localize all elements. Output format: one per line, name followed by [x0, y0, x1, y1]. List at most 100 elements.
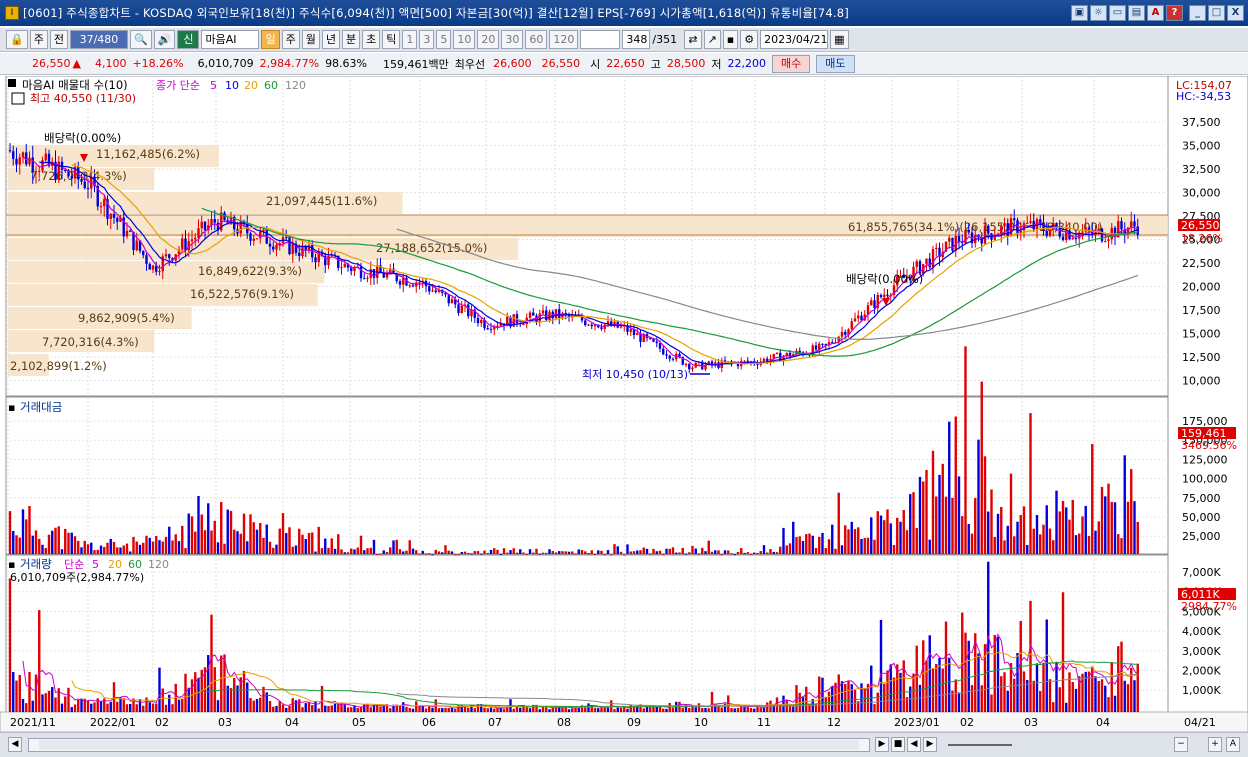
volume-bar	[129, 703, 132, 712]
mode-select[interactable]: 주	[29, 30, 48, 49]
amount-tick-label: 125,000	[1182, 453, 1228, 466]
period-tick[interactable]: 틱	[382, 30, 401, 49]
stock-name[interactable]: 마음AI	[201, 30, 260, 49]
amount-bar	[278, 528, 281, 554]
code-input[interactable]: 37/480	[69, 30, 128, 49]
rewind-button[interactable]: ◀	[907, 737, 921, 752]
amount-bar	[567, 551, 571, 554]
volume-bar	[694, 707, 697, 712]
amount-bar	[408, 540, 411, 554]
candle-body	[41, 160, 44, 171]
amount-bar	[1074, 535, 1078, 554]
gear-icon[interactable]: ⚙	[740, 30, 759, 49]
amount-bar	[548, 549, 551, 554]
amount-bar	[340, 549, 343, 554]
zoom-slider[interactable]	[948, 744, 1012, 746]
screen-icon[interactable]: ▭	[1109, 5, 1126, 21]
speaker-icon[interactable]: 🔊	[153, 30, 176, 49]
amount-bar	[457, 554, 460, 556]
interval-120[interactable]: 120	[549, 30, 579, 49]
volume-bar	[324, 705, 327, 712]
main-panel-title: 마음AI 매물대 수(10)	[22, 78, 128, 92]
save-icon[interactable]: ▪	[722, 30, 739, 49]
candle-body	[255, 238, 259, 240]
volume-bar	[168, 694, 171, 712]
amount-bar	[194, 531, 197, 554]
sell-button[interactable]: 매도	[816, 54, 855, 73]
minimize-button[interactable]: _	[1189, 5, 1206, 21]
help-icon[interactable]: ?	[1166, 5, 1183, 21]
amount-bar	[883, 520, 886, 554]
candle-body	[857, 315, 860, 319]
maximize-button[interactable]: □	[1208, 5, 1225, 21]
font-size-button[interactable]: A	[1226, 737, 1240, 752]
scroll-thumb[interactable]	[39, 740, 859, 750]
amount-bar	[515, 552, 519, 554]
settings-icon[interactable]: ☼	[1090, 5, 1107, 21]
volume-bar	[941, 668, 944, 712]
buy-button[interactable]: 매수	[772, 54, 811, 73]
candle-body	[1120, 221, 1123, 230]
pref-label: 최우선	[454, 57, 486, 71]
period-minute[interactable]: 분	[341, 30, 361, 49]
period-second[interactable]: 초	[362, 30, 381, 49]
candle-body	[213, 219, 216, 223]
amount-bar	[181, 525, 184, 554]
volume-bar	[177, 699, 181, 712]
interval-3[interactable]: 3	[419, 30, 435, 49]
search-icon[interactable]: 🔍	[129, 30, 152, 49]
volume-bar	[710, 691, 714, 712]
date-input[interactable]: 2023/04/21	[760, 30, 829, 49]
close-button[interactable]: X	[1227, 5, 1244, 21]
volume-ma-period: 20	[108, 558, 122, 571]
chart-area[interactable]: 37,50035,00032,50030,00027,50025,00022,5…	[0, 76, 1248, 732]
amount-bar	[1094, 530, 1097, 554]
interval-20[interactable]: 20	[477, 30, 500, 49]
interval-10[interactable]: 10	[453, 30, 476, 49]
interval-30[interactable]: 30	[501, 30, 524, 49]
scroll-left-button[interactable]: ◀	[8, 737, 22, 752]
price-tick-label: 32,500	[1182, 163, 1221, 176]
forward-button[interactable]: ▶	[923, 737, 937, 752]
period-day[interactable]: 일	[261, 30, 280, 49]
candle-body	[775, 352, 779, 354]
period-year[interactable]: 년	[321, 30, 340, 49]
calendar-icon[interactable]: ▦	[830, 30, 849, 49]
link-icon[interactable]: ▣	[1071, 5, 1088, 21]
zoom-out-button[interactable]: −	[1174, 737, 1188, 752]
volume-bar	[954, 679, 957, 712]
interval-60[interactable]: 60	[525, 30, 548, 49]
font-icon[interactable]: A	[1147, 5, 1164, 21]
interval-input[interactable]	[580, 30, 621, 49]
indicator-icon[interactable]: ↗	[703, 30, 721, 49]
count-input[interactable]: 348	[622, 30, 651, 49]
volume-bar	[1042, 662, 1045, 712]
x-axis-label: 03	[1024, 716, 1038, 729]
interval-5[interactable]: 5	[436, 30, 452, 49]
stop-button[interactable]: ■	[891, 737, 905, 752]
volume-bar	[1000, 676, 1003, 712]
chart-type-icon[interactable]: ⇄	[684, 30, 702, 49]
list-icon[interactable]: ▤	[1128, 5, 1145, 21]
range-button[interactable]: 전	[49, 30, 68, 49]
zoom-in-button[interactable]: +	[1208, 737, 1222, 752]
price-tick-label: 15,000	[1182, 328, 1221, 341]
interval-1[interactable]: 1	[402, 30, 418, 49]
volume-bar	[1058, 687, 1061, 712]
amount-bar	[535, 548, 538, 554]
period-month[interactable]: 월	[301, 30, 320, 49]
candle-body	[762, 358, 766, 362]
lock-icon[interactable]: 🔒	[6, 30, 28, 49]
volume-bar	[343, 704, 346, 712]
scrollbar[interactable]	[28, 738, 870, 752]
amount-bar	[86, 544, 90, 554]
play-button[interactable]: ▶	[875, 737, 889, 752]
candle-body	[259, 231, 262, 239]
amount-bar	[60, 549, 64, 554]
amount-bar	[694, 548, 697, 554]
volume-bar	[197, 677, 200, 712]
volume-bar	[301, 707, 304, 712]
volume-bar	[54, 697, 57, 712]
period-week[interactable]: 주	[281, 30, 300, 49]
amount-bar	[837, 492, 840, 554]
